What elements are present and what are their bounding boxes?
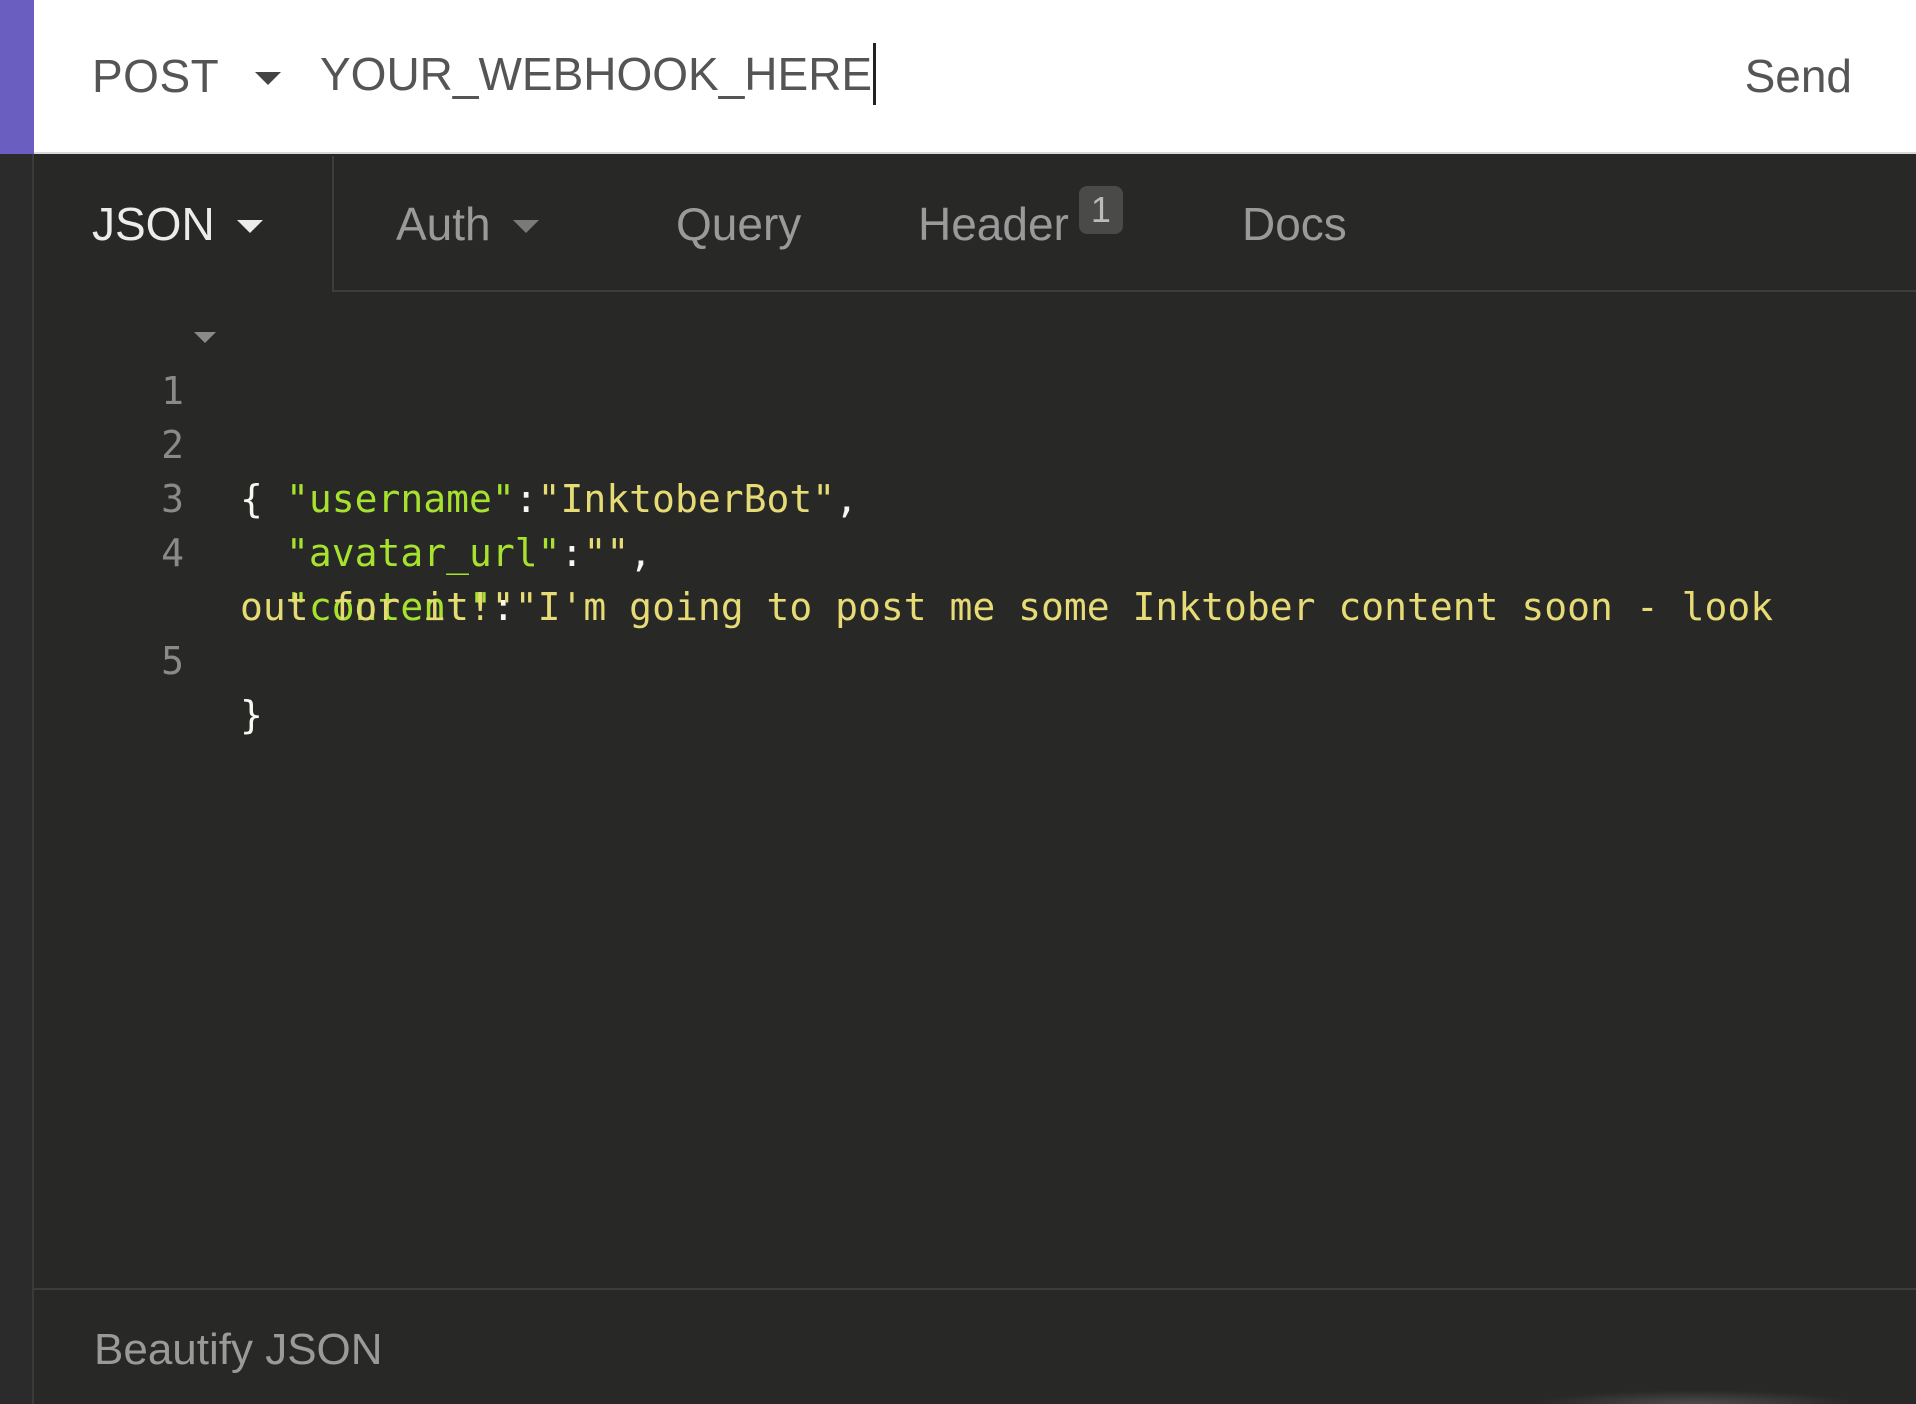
json-string-continuation: out for it!": [240, 585, 515, 629]
url-value: YOUR_WEBHOOK_HERE: [320, 48, 873, 100]
json-comma: ,: [629, 531, 653, 575]
tab-docs[interactable]: Docs: [1242, 156, 1347, 292]
tab-query-label: Query: [676, 198, 802, 250]
json-string: "I'm going to post me some Inktober cont…: [514, 585, 1774, 629]
close-brace: }: [240, 693, 263, 737]
footer-shadow: [1536, 1390, 1856, 1404]
tab-auth[interactable]: Auth: [396, 156, 539, 292]
sidebar-accent: [0, 0, 34, 154]
tab-json-label: JSON: [92, 198, 215, 250]
chevron-down-icon: [512, 219, 539, 233]
tab-bar-divider: [334, 290, 1916, 292]
method-dropdown[interactable]: POST: [92, 46, 282, 106]
json-string: "": [583, 531, 630, 575]
json-comma: ,: [835, 477, 858, 521]
tab-query[interactable]: Query: [676, 156, 801, 292]
json-key: "avatar_url": [286, 531, 561, 575]
chevron-down-icon: [255, 71, 282, 85]
code-line: 2 "username":"InktoberBot",: [34, 364, 858, 521]
tab-header-label: Header: [918, 198, 1069, 250]
code-line-wrap: out for it!": [34, 526, 515, 629]
url-bar: POST YOUR_WEBHOOK_HERE Send: [34, 0, 1916, 154]
url-input[interactable]: YOUR_WEBHOOK_HERE: [320, 42, 877, 106]
open-brace: {: [240, 477, 263, 521]
json-key: "username": [286, 477, 515, 521]
json-editor[interactable]: 1 { 2 "username":"InktoberBot", 3 "avata…: [34, 294, 1916, 1288]
line-number: 5: [161, 639, 184, 683]
request-tabs: JSON Auth Query Header 1 Docs: [34, 156, 1916, 292]
beautify-json-button[interactable]: Beautify JSON: [94, 1320, 383, 1380]
code-line: 1 {: [34, 310, 263, 521]
code-line: 3 "avatar_url":"",: [34, 418, 652, 575]
code-line: 4 "content":"I'm going to post me some I…: [34, 472, 1773, 629]
tab-docs-label: Docs: [1242, 198, 1347, 250]
tab-auth-label: Auth: [396, 198, 491, 250]
json-colon: :: [560, 531, 584, 575]
send-button[interactable]: Send: [1745, 46, 1852, 106]
header-count-badge: 1: [1078, 186, 1123, 234]
chevron-down-icon: [236, 219, 263, 233]
json-colon: :: [514, 477, 538, 521]
tab-header[interactable]: Header 1: [918, 156, 1123, 292]
code-content: "username":"InktoberBot",: [286, 472, 858, 526]
editor-footer: Beautify JSON: [34, 1288, 1916, 1404]
code-line: 5 }: [34, 580, 263, 737]
method-label: POST: [92, 50, 220, 102]
json-string: "InktoberBot": [537, 477, 836, 521]
left-sidebar-strip: [0, 0, 34, 1404]
fold-chevron-icon[interactable]: [194, 332, 216, 343]
code-content: "avatar_url":"",: [286, 526, 652, 580]
text-cursor: [873, 43, 877, 105]
tab-json[interactable]: JSON: [34, 156, 334, 292]
